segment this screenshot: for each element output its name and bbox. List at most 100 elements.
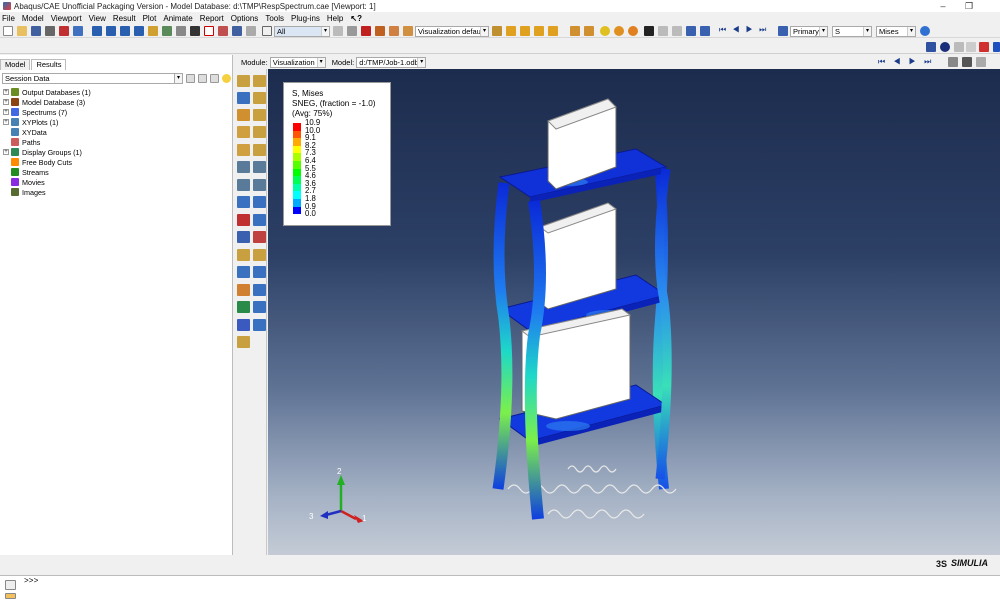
- toolbox-tool-icon[interactable]: [237, 144, 250, 156]
- toolbox-tool-icon[interactable]: [253, 126, 266, 138]
- invariant-select[interactable]: Mises ▾: [876, 26, 916, 37]
- field-output-icon[interactable]: [778, 26, 788, 36]
- variable-select[interactable]: S ▾: [832, 26, 872, 37]
- session-data-select[interactable]: Session Data: [2, 73, 182, 84]
- tree-item[interactable]: + Model Database (3): [3, 97, 228, 107]
- sync-icon[interactable]: [920, 26, 930, 36]
- menu-viewport[interactable]: Viewport: [51, 14, 82, 23]
- toolbox-tool-icon[interactable]: [237, 284, 250, 296]
- viewport-cascade-icon[interactable]: [106, 26, 116, 36]
- menu-options[interactable]: Options: [231, 14, 259, 23]
- maximize-button[interactable]: ❐: [958, 0, 980, 12]
- box-select-icon[interactable]: [347, 26, 357, 36]
- toolbox-tool-icon[interactable]: [237, 126, 250, 138]
- filter-tree-icon[interactable]: [186, 74, 195, 83]
- toolbox-tool-icon[interactable]: [237, 319, 250, 331]
- menu-plugins[interactable]: Plug-ins: [291, 14, 320, 23]
- filter-icon[interactable]: [333, 26, 343, 36]
- replace-selected-icon[interactable]: [375, 26, 385, 36]
- menu-report[interactable]: Report: [200, 14, 224, 23]
- toolbox-tool-icon[interactable]: [237, 336, 250, 348]
- toolbox-tool-icon[interactable]: [253, 301, 266, 313]
- filled-icon[interactable]: [534, 26, 544, 36]
- menu-animate[interactable]: Animate: [163, 14, 192, 23]
- contour-legend[interactable]: S, Mises SNEG, (fraction = -1.0) (Avg: 7…: [283, 82, 391, 226]
- toolbox-tool-icon[interactable]: [237, 249, 250, 261]
- message-area-icon[interactable]: [5, 580, 16, 590]
- toolbox-tool-icon[interactable]: [237, 109, 250, 121]
- rotate-icon[interactable]: [940, 42, 950, 52]
- selection-filter-select[interactable]: All ▾: [274, 26, 330, 37]
- toolbox-tool-icon[interactable]: [253, 144, 266, 156]
- show-all-icon[interactable]: [389, 26, 399, 36]
- menu-result[interactable]: Result: [113, 14, 136, 23]
- command-prompt[interactable]: >>>: [24, 577, 38, 586]
- cycle-views-icon[interactable]: [993, 42, 1000, 52]
- camera-icon[interactable]: [148, 26, 158, 36]
- menu-file[interactable]: File: [2, 14, 15, 23]
- toolbox-tool-icon[interactable]: [253, 231, 266, 243]
- toolbox-tool-icon[interactable]: [253, 109, 266, 121]
- options-icon[interactable]: [246, 26, 256, 36]
- tab-model[interactable]: Model: [0, 59, 31, 70]
- save-icon[interactable]: [31, 26, 41, 36]
- remove-selected-icon[interactable]: [361, 26, 371, 36]
- toolbox-tool-icon[interactable]: [253, 92, 266, 104]
- output-position-select[interactable]: Primary ▾: [790, 26, 828, 37]
- lightbulb-icon[interactable]: [222, 74, 231, 83]
- tree-item[interactable]: + Output Databases (1): [3, 87, 228, 97]
- step-frame-icon[interactable]: [686, 26, 696, 36]
- select-arrow-icon[interactable]: [262, 26, 272, 36]
- toolbox-tool-icon[interactable]: [253, 284, 266, 296]
- text-annotation-icon[interactable]: [204, 26, 214, 36]
- expand-icon[interactable]: +: [3, 149, 9, 155]
- pointer-query-icon[interactable]: [644, 26, 654, 36]
- tree-item[interactable]: Images: [3, 187, 228, 197]
- render-style-icon[interactable]: [492, 26, 502, 36]
- toolbox-tool-icon[interactable]: [253, 75, 266, 87]
- toolbox-tool-icon[interactable]: [253, 266, 266, 278]
- magnify-icon[interactable]: [176, 26, 186, 36]
- toolbox-tool-icon[interactable]: [237, 301, 250, 313]
- tree-item[interactable]: Free Body Cuts: [3, 157, 228, 167]
- toolbox-tool-icon[interactable]: [237, 75, 250, 87]
- toolbox-tool-icon[interactable]: [253, 161, 266, 173]
- viewport-horizontal-icon[interactable]: [134, 26, 144, 36]
- frame-nav-icons[interactable]: ⏮ ◀ ▶ ⏭: [719, 25, 768, 35]
- menu-model[interactable]: Model: [22, 14, 44, 23]
- animation-options-icon[interactable]: [948, 57, 958, 67]
- box-zoom-icon[interactable]: [966, 42, 976, 52]
- query-icon[interactable]: [162, 26, 172, 36]
- menu-help[interactable]: Help: [327, 14, 343, 23]
- frame-controls[interactable]: ⏮ ◀ ▶ ⏭: [878, 57, 934, 67]
- movie-camera-icon[interactable]: [962, 57, 972, 67]
- viewport-vertical-icon[interactable]: [120, 26, 130, 36]
- context-help-icon[interactable]: ↖?: [350, 14, 362, 23]
- expand-icon[interactable]: +: [3, 119, 9, 125]
- tab-results[interactable]: Results: [31, 59, 67, 70]
- tree-item[interactable]: + XYPlots (1): [3, 117, 228, 127]
- line-annotation-icon[interactable]: [190, 26, 200, 36]
- expand-icon[interactable]: +: [3, 89, 9, 95]
- open-file-icon[interactable]: [17, 26, 27, 36]
- record-icon[interactable]: [976, 57, 986, 67]
- view-defaults-icon[interactable]: [403, 26, 413, 36]
- minimize-button[interactable]: –: [932, 0, 954, 12]
- rotate-redo-icon[interactable]: [672, 26, 682, 36]
- tree-item[interactable]: Streams: [3, 167, 228, 177]
- toolbox-tool-icon[interactable]: [237, 266, 250, 278]
- zoom-icon[interactable]: [954, 42, 964, 52]
- menu-plot[interactable]: Plot: [143, 14, 157, 23]
- expand-icon[interactable]: +: [3, 99, 9, 105]
- toolbox-tool-icon[interactable]: [237, 231, 250, 243]
- kernel-cli-icon[interactable]: [5, 593, 16, 599]
- module-select[interactable]: Visualization ▾: [269, 56, 326, 68]
- menu-view[interactable]: View: [89, 14, 106, 23]
- color-code-icon[interactable]: [600, 26, 610, 36]
- grid-icon[interactable]: [232, 26, 242, 36]
- symbol-plot-icon[interactable]: [584, 26, 594, 36]
- collapse-tree-icon[interactable]: [210, 74, 219, 83]
- tree-item[interactable]: Paths: [3, 137, 228, 147]
- pan-icon[interactable]: [926, 42, 936, 52]
- toolbox-tool-icon[interactable]: [237, 92, 250, 104]
